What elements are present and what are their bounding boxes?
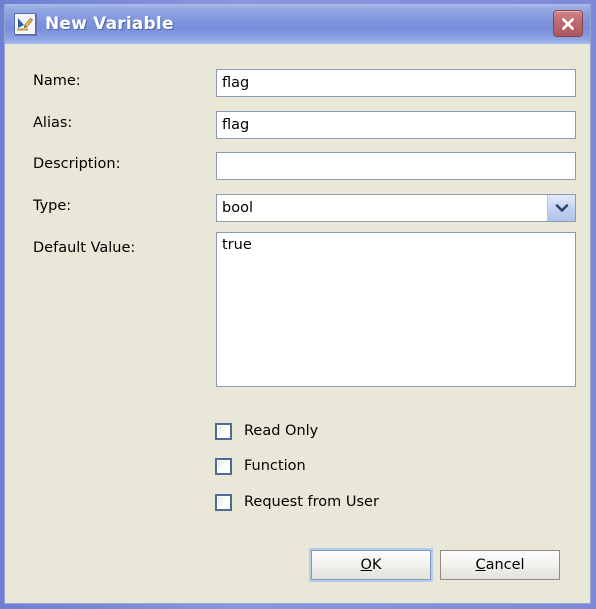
window-title: New Variable [45, 14, 174, 34]
new-variable-dialog: New Variable Name: Alias: Description: T… [0, 0, 596, 609]
type-select-value: bool [222, 200, 253, 216]
read-only-label: Read Only [244, 423, 319, 439]
request-from-user-checkbox-row[interactable]: Request from User [215, 492, 379, 512]
alias-label: Alias: [33, 115, 73, 131]
read-only-checkbox[interactable] [215, 422, 232, 440]
name-label: Name: [33, 73, 81, 89]
dialog-body: Name: Alias: Description: Type: Default … [5, 44, 590, 603]
type-select[interactable]: bool [216, 194, 576, 222]
ok-button[interactable]: OK [311, 550, 431, 580]
ok-accel: O [360, 557, 372, 573]
request-from-user-label: Request from User [244, 494, 379, 510]
cancel-label-rest: ancel [485, 557, 525, 573]
request-from-user-checkbox[interactable] [215, 493, 232, 511]
function-label: Function [244, 458, 306, 474]
type-label: Type: [33, 198, 72, 214]
close-icon[interactable] [553, 10, 583, 37]
chevron-down-icon[interactable] [547, 195, 575, 221]
function-checkbox-row[interactable]: Function [215, 456, 306, 476]
variable-edit-icon [14, 13, 36, 35]
description-label: Description: [33, 156, 121, 172]
default-value-textarea[interactable] [216, 232, 576, 387]
dialog-inner: New Variable Name: Alias: Description: T… [4, 4, 591, 604]
cancel-accel: C [475, 557, 486, 573]
cancel-button[interactable]: Cancel [440, 550, 560, 580]
ok-label-rest: K [371, 557, 382, 573]
alias-input[interactable] [216, 111, 576, 139]
title-bar[interactable]: New Variable [5, 4, 590, 44]
description-input[interactable] [216, 152, 576, 180]
default-value-label: Default Value: [33, 240, 136, 256]
name-input[interactable] [216, 69, 576, 97]
read-only-checkbox-row[interactable]: Read Only [215, 421, 318, 441]
function-checkbox[interactable] [215, 457, 232, 475]
